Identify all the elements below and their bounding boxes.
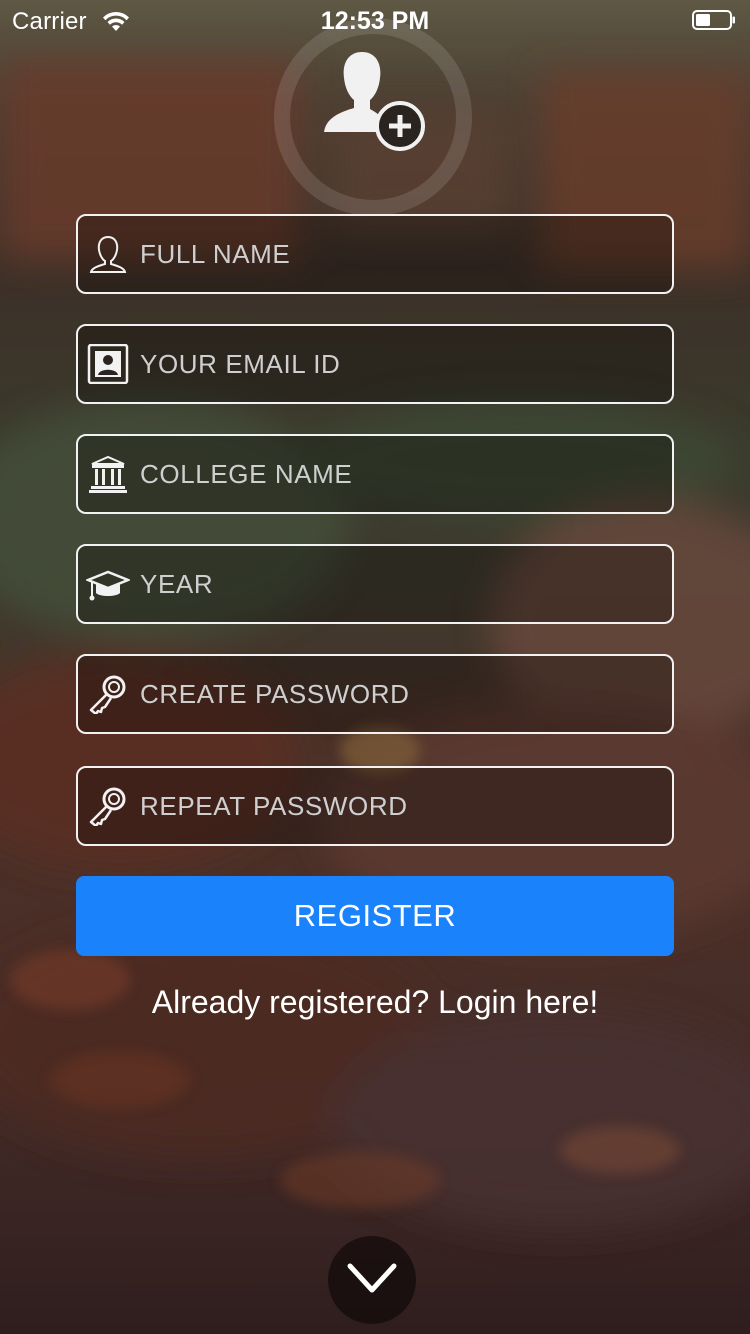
register-button[interactable]: REGISTER — [76, 876, 674, 956]
create-password-input[interactable] — [140, 656, 660, 732]
institution-icon — [89, 455, 127, 493]
full-name-field[interactable] — [76, 214, 674, 294]
repeat-password-field[interactable] — [76, 766, 674, 846]
email-field[interactable] — [76, 324, 674, 404]
graduation-cap-icon — [86, 570, 130, 601]
battery-icon — [692, 10, 735, 30]
year-input[interactable] — [140, 546, 660, 622]
clock: 12:53 PM — [320, 7, 430, 35]
full-name-input[interactable] — [140, 216, 660, 292]
create-password-field[interactable] — [76, 654, 674, 734]
key-icon — [89, 675, 126, 714]
status-bar: Carrier 12:53 PM — [0, 0, 750, 40]
year-field[interactable] — [76, 544, 674, 624]
scroll-down-button[interactable] — [328, 1236, 416, 1324]
chevron-down-icon — [347, 1263, 397, 1293]
id-card-icon — [87, 344, 129, 384]
add-user-icon[interactable] — [318, 48, 428, 152]
college-name-field[interactable] — [76, 434, 674, 514]
email-input[interactable] — [140, 326, 660, 402]
college-name-input[interactable] — [140, 436, 660, 512]
user-outline-icon — [89, 235, 127, 273]
key-icon — [89, 787, 126, 826]
repeat-password-input[interactable] — [140, 768, 660, 844]
login-link[interactable]: Already registered? Login here! — [0, 984, 750, 1021]
